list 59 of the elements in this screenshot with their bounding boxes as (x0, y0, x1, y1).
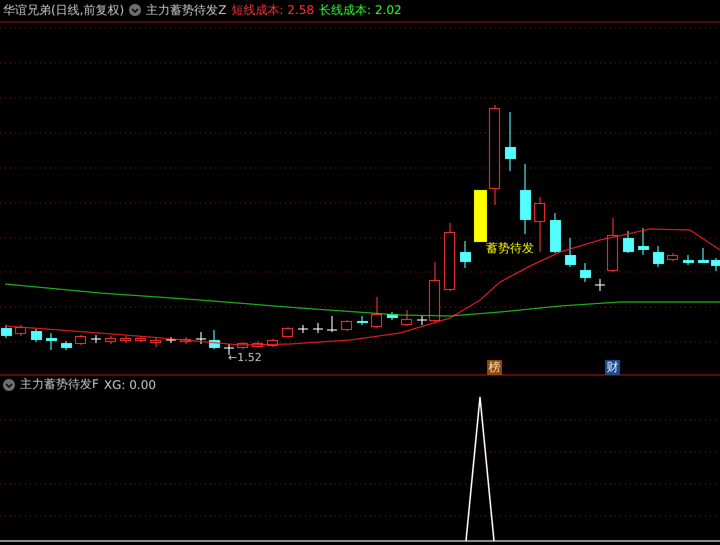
candlestick (90, 334, 102, 344)
short-cost-label: 短线成本: 2.58 (231, 2, 314, 18)
candlestick (120, 336, 131, 344)
candlestick (282, 326, 293, 338)
candlestick (180, 336, 191, 344)
candlestick (166, 336, 176, 344)
candlestick (698, 248, 709, 264)
candlestick (15, 324, 26, 336)
candlestick (460, 240, 471, 268)
candlestick (683, 254, 694, 266)
dropdown-icon[interactable] (129, 4, 142, 16)
indicator-name: 主力蓄势待发Z (146, 2, 226, 18)
candlestick (653, 246, 664, 268)
candlestick (429, 262, 440, 322)
candlestick (31, 328, 42, 342)
candlestick (444, 222, 455, 292)
stock-name: 华谊兄弟(日线,前复权) (3, 2, 124, 18)
candlestick (61, 340, 72, 350)
candlestick (594, 278, 606, 292)
candlestick (401, 310, 412, 326)
candlestick (534, 196, 545, 252)
candlestick (46, 332, 57, 350)
candlestick (267, 338, 278, 348)
candlestick (75, 334, 86, 346)
candlestick (341, 320, 352, 332)
event-badge[interactable]: 榜 (487, 360, 502, 375)
candlestick (387, 312, 398, 320)
indicator-reading: XG: 0.00 (104, 378, 156, 392)
candlestick (505, 112, 516, 172)
long-cost-label: 长线成本: 2.02 (319, 2, 402, 18)
candlestick (667, 252, 678, 262)
candlestick (550, 212, 561, 254)
candlestick (371, 296, 382, 328)
candlestick (638, 228, 649, 256)
candlestick (209, 330, 220, 350)
candlestick (150, 338, 161, 348)
signal-bar (474, 190, 487, 242)
candlestick (357, 316, 368, 326)
candlestick (252, 340, 263, 348)
signal-label: 蓄势待发 (486, 240, 534, 257)
low-price-label: ←1.52 (228, 351, 262, 364)
candlestick (196, 332, 206, 344)
candlestick (105, 336, 116, 344)
candlestick (237, 342, 248, 350)
indicator-name: 主力蓄势待发F (20, 376, 99, 393)
candlestick (520, 164, 531, 234)
candlestick (607, 218, 618, 272)
candlestick (298, 324, 308, 334)
candlestick (623, 230, 634, 254)
candlestick (326, 316, 338, 332)
candlestick (565, 238, 576, 268)
candlestick (711, 258, 720, 272)
candlestick (580, 262, 591, 282)
candlestick (312, 322, 324, 334)
candlestick (135, 336, 146, 342)
candlestick (416, 316, 428, 326)
dropdown-icon[interactable] (3, 378, 15, 390)
candlestick (1, 324, 12, 338)
event-badge[interactable]: 财 (605, 360, 620, 375)
